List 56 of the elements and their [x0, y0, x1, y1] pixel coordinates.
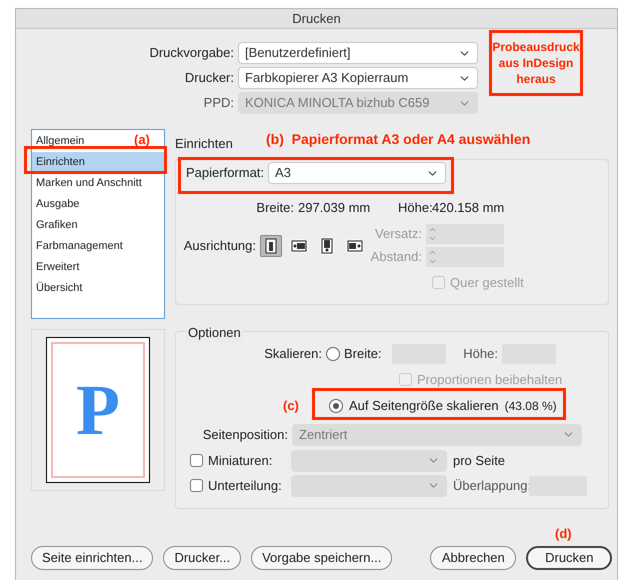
field-label: Papierformat:: [186, 164, 266, 182]
suffix-label: pro Seite: [452, 452, 506, 470]
reverse-landscape-orientation-icon: [347, 238, 363, 254]
width-value: 297.039 mm: [297, 199, 372, 218]
field-label: PPD:: [202, 94, 235, 112]
dialog-button[interactable]: Seite einrichten...: [31, 546, 154, 570]
field-label: Drucker:: [184, 69, 235, 88]
category-item[interactable]: Erweitert: [32, 257, 84, 278]
annotation-label: (d): [555, 525, 572, 543]
category-item[interactable]: Ausgabe: [32, 194, 84, 215]
portrait-orientation-icon: [263, 238, 279, 254]
field-label: Ausrichtung:: [184, 236, 257, 255]
preview-letter: P: [76, 374, 120, 446]
field-label: Skalieren:: [263, 345, 323, 364]
field-label: Breite:: [255, 199, 294, 218]
paper-format-dropdown[interactable]: A3: [268, 162, 446, 184]
annotation-label: (a): [134, 131, 150, 149]
field-label: Druckvorgabe:: [148, 44, 235, 62]
radio-label: Auf Seitengröße skalieren: [348, 396, 499, 415]
landscape-orientation-icon: [291, 238, 307, 254]
orientation-toggle[interactable]: [260, 234, 282, 256]
checkbox[interactable]: [190, 479, 203, 492]
annotation-label: (c): [283, 397, 299, 415]
category-item[interactable]: Allgemein: [32, 131, 88, 152]
field-label: Abstand:: [370, 248, 423, 266]
checkbox-label: Unterteilung:: [207, 476, 283, 495]
radio-button[interactable]: [326, 347, 340, 361]
checkbox-label: Proportionen beibehalten: [417, 371, 562, 389]
checkbox-label: Miniaturen:: [207, 452, 274, 470]
dialog-button[interactable]: Abbrechen: [430, 546, 516, 570]
reverse-portrait-orientation-icon: [319, 238, 335, 254]
category-item[interactable]: Einrichten: [32, 152, 164, 173]
field-label: Versatz:: [374, 225, 423, 244]
dropdown[interactable]: Farbkopierer A3 Kopierraum: [238, 67, 478, 89]
checkbox-label: Quer gestellt: [450, 274, 524, 292]
field-label: Überlappung:: [452, 476, 529, 495]
annotation-text: Probeausdruck aus InDesign heraus: [492, 39, 580, 87]
scale-reading: (43.08 %): [504, 398, 557, 414]
tiling-dropdown[interactable]: [291, 474, 447, 496]
category-item[interactable]: Übersicht: [32, 278, 86, 299]
annotation-label: (b) Papierformat A3 oder A4 auswählen: [266, 130, 530, 149]
field-label: Seitenposition:: [202, 426, 289, 444]
radio-button[interactable]: [329, 398, 343, 412]
dialog-button[interactable]: Drucken: [526, 546, 612, 570]
field-label: Höhe:: [462, 345, 499, 364]
radio-label: Breite:: [343, 345, 383, 364]
category-item[interactable]: Marken und Anschnitt: [32, 173, 146, 194]
section-title: Einrichten: [175, 134, 233, 152]
category-item[interactable]: Grafiken: [32, 215, 82, 236]
category-item[interactable]: Farbmanagement: [32, 236, 127, 257]
dialog-button[interactable]: Vorgabe speichern...: [251, 546, 392, 570]
dialog-button[interactable]: Drucker...: [163, 546, 242, 570]
checkbox[interactable]: [190, 454, 203, 467]
thumbnails-dropdown[interactable]: [291, 450, 447, 472]
dropdown[interactable]: [Benutzerdefiniert]: [238, 42, 478, 64]
window-title: Drucken: [292, 10, 341, 28]
